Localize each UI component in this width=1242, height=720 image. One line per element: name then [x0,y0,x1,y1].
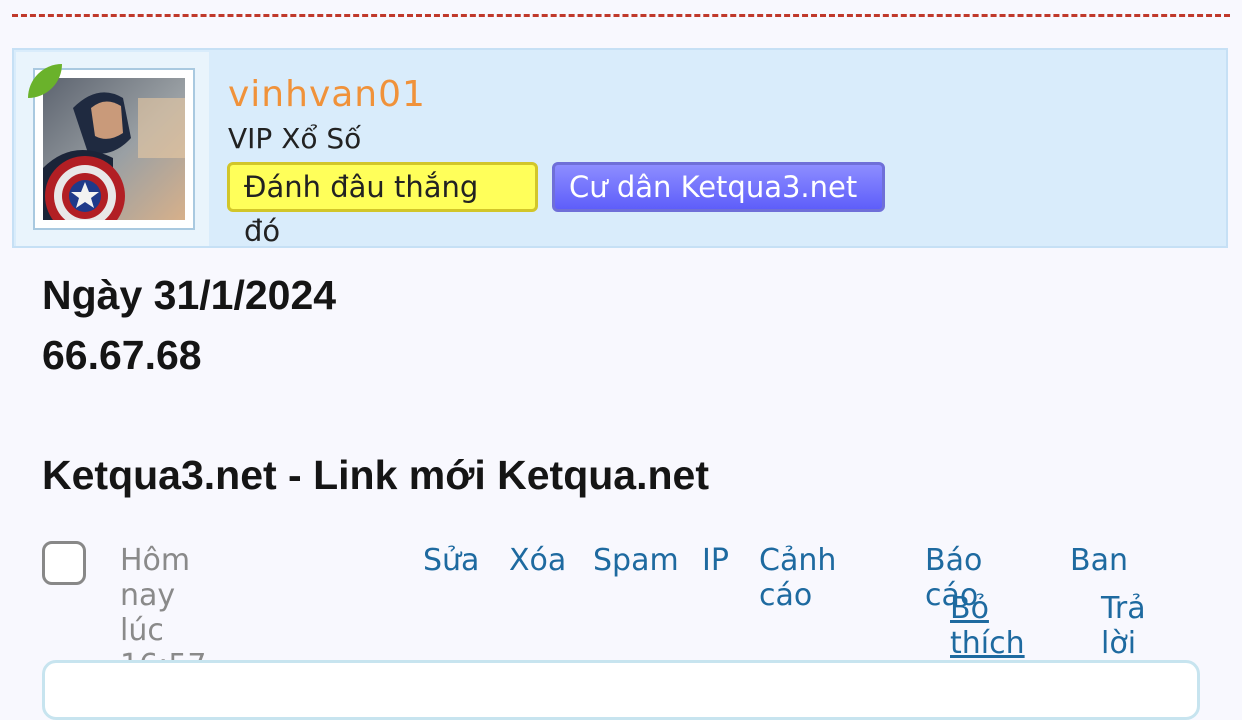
user-title: VIP Xổ Số [228,122,362,155]
dashed-divider [12,14,1230,17]
delete-link[interactable]: Xóa [509,543,566,578]
ip-link[interactable]: IP [702,543,729,578]
user-info-box: vinhvan01 VIP Xổ Số Đánh đâu thắng đó Cư… [12,48,1228,248]
user-badge-yellow: Đánh đâu thắng đó [227,162,538,248]
warn-link[interactable]: Cảnh cáo [759,543,836,613]
reply-link[interactable]: Trả lời [1101,591,1146,661]
edit-link[interactable]: Sửa [423,543,479,578]
spam-link[interactable]: Spam [593,543,679,578]
post-numbers-line: 66.67.68 [42,332,202,378]
avatar-image [43,78,185,220]
ban-link[interactable]: Ban [1070,543,1128,578]
unlike-link[interactable]: Bỏ thích [950,591,1025,661]
username-link[interactable]: vinhvan01 [228,74,426,115]
next-post-box [42,660,1200,720]
user-badge-blue: Cư dân Ketqua3.net [552,162,885,212]
avatar-container [16,52,209,246]
post-signature: Ketqua3.net - Link mới Ketqua.net [42,452,709,498]
post-date-line: Ngày 31/1/2024 [42,272,337,318]
avatar-frame[interactable] [33,68,195,230]
avatar[interactable] [43,78,185,220]
select-post-checkbox[interactable] [42,541,86,585]
